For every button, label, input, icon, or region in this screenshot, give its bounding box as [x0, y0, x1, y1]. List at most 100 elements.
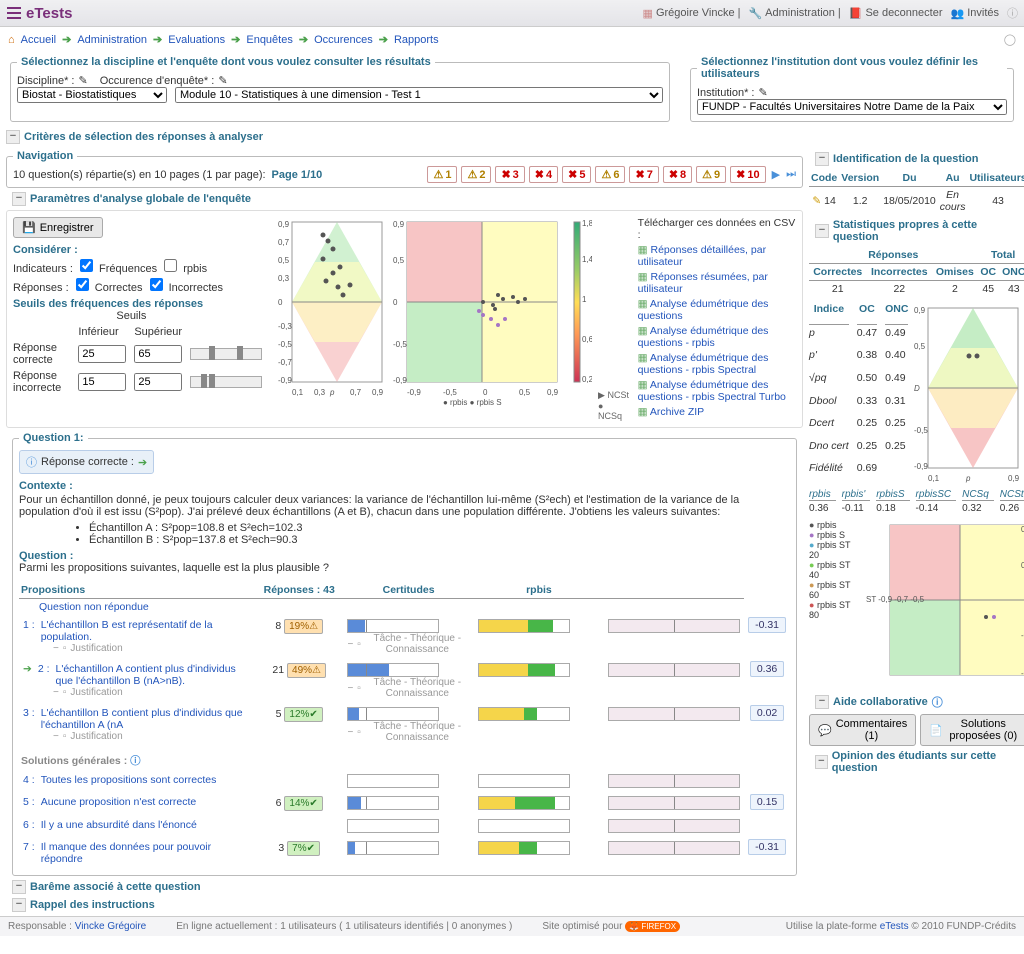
rc-hi-input[interactable] [134, 345, 182, 363]
svg-text:-0,3: -0,3 [278, 322, 292, 331]
chart-diamond: 0,90,70,50,30-0,3-0,5-0,7-0,9 0,10,3p0,7… [278, 217, 387, 397]
logout-link[interactable]: 📕 Se deconnecter [849, 7, 943, 20]
correct-checkbox[interactable] [76, 278, 89, 291]
question-legend: Question 1: [19, 432, 88, 444]
etests-link[interactable]: eTests [880, 921, 909, 932]
svg-text:0,2: 0,2 [582, 375, 592, 384]
prop-text[interactable]: Il y a une absurdité dans l'énoncé [41, 819, 251, 831]
cert-bar [478, 774, 570, 788]
nav-q-2[interactable]: ⚠ 2 [461, 166, 491, 183]
svg-text:0: 0 [393, 298, 398, 307]
dl-link-3[interactable]: Analyse édumétrique des questions - rpbi… [638, 325, 769, 349]
nav-q-10[interactable]: ✖ 10 [730, 166, 765, 183]
prop-text[interactable]: Toutes les propositions sont correctes [41, 774, 251, 786]
dl-link-2[interactable]: Analyse édumétrique des questions [638, 298, 769, 322]
svg-text:0: 0 [278, 298, 283, 307]
next-page-icon[interactable]: ▶ [772, 168, 780, 181]
csv-icon: ▦ [638, 406, 648, 418]
unanswered-row: Question non répondue [19, 599, 744, 616]
edit-icon[interactable]: ✎ [78, 74, 87, 87]
svg-text:0,3: 0,3 [314, 388, 326, 397]
prop-text[interactable]: L'échantillon B est représentatif de la … [41, 619, 251, 643]
freq-bar [347, 819, 439, 833]
svg-text:-0,9: -0,9 [407, 388, 421, 397]
occ-label: Occurence d'enquête* : [100, 75, 215, 87]
crumb-rap[interactable]: Rapports [394, 34, 439, 46]
help-icon[interactable]: ◯ [1004, 33, 1016, 46]
dl-link-0[interactable]: Réponses détaillées, par utilisateur [638, 244, 766, 268]
freq-bar [347, 619, 439, 633]
incorrect-checkbox[interactable] [150, 278, 163, 291]
rc-slider[interactable] [190, 348, 262, 360]
svg-text:0,7: 0,7 [350, 388, 362, 397]
stats-toggle[interactable]: − Statistiques propres à cette question [815, 219, 1023, 243]
nav-legend: Navigation [13, 150, 77, 162]
last-page-icon[interactable]: ⏭ [786, 168, 796, 181]
ri-slider[interactable] [190, 376, 262, 388]
prop-text[interactable]: L'échantillon B contient plus d'individu… [41, 707, 251, 731]
prop-text[interactable]: Aucune proposition n'est correcte [41, 796, 251, 808]
prop-text[interactable]: L'échantillon A contient plus d'individu… [56, 663, 251, 687]
rc-lo-input[interactable] [78, 345, 126, 363]
svg-text:-0,5: -0,5 [914, 426, 928, 435]
dl-link-4[interactable]: Analyse édumétrique des questions - rpbi… [638, 352, 769, 376]
bareme-toggle[interactable]: − Barême associé à cette question [12, 880, 797, 894]
cert-bar [478, 663, 570, 677]
nav-q-8[interactable]: ✖ 8 [663, 166, 692, 183]
edit-icon[interactable]: ✎ [758, 86, 767, 99]
nav-q-3[interactable]: ✖ 3 [495, 166, 524, 183]
opinion-toggle[interactable]: − Opinion des étudiants sur cette questi… [815, 750, 1023, 774]
rpbis-value: 0.36 [750, 661, 784, 677]
dl-link-1[interactable]: Réponses résumées, par utilisateur [638, 271, 768, 295]
st-legend: ● rpbis● rpbis S● rpbis ST 20● rpbis ST … [809, 520, 860, 690]
pct-badge: 19%⚠ [284, 619, 323, 634]
nav-q-1[interactable]: ⚠ 1 [427, 166, 457, 183]
ri-hi-input[interactable] [134, 373, 182, 391]
svg-text:0,9: 0,9 [278, 220, 290, 229]
rpbis-bar [608, 819, 740, 833]
crumb-admin[interactable]: Administration [77, 34, 147, 46]
rappel-toggle[interactable]: − Rappel des instructions [12, 898, 797, 912]
freq-bar [347, 796, 439, 810]
home-icon[interactable]: ⌂ [8, 34, 15, 46]
nav-q-6[interactable]: ⚠ 6 [595, 166, 625, 183]
nav-q-4[interactable]: ✖ 4 [529, 166, 558, 183]
freq-checkbox[interactable] [80, 259, 93, 272]
aide-toggle[interactable]: − Aide collaborative ⓘ [815, 694, 1023, 710]
svg-text:1: 1 [582, 295, 587, 304]
edit-icon[interactable]: ✎ [218, 74, 227, 87]
footer-online: En ligne actuellement : 1 utilisateurs (… [176, 921, 512, 932]
cor-label: Correctes [95, 282, 143, 294]
nav-q-5[interactable]: ✖ 5 [562, 166, 591, 183]
crumb-accueil[interactable]: Accueil [21, 34, 56, 46]
crumb-eval[interactable]: Evaluations [168, 34, 225, 46]
save-button[interactable]: 💾 Enregistrer [13, 217, 103, 238]
rpbis-checkbox[interactable] [164, 259, 177, 272]
ri-lo-input[interactable] [78, 373, 126, 391]
nav-q-9[interactable]: ⚠ 9 [696, 166, 726, 183]
criteria-toggle[interactable]: − Critères de sélection des réponses à a… [6, 130, 1018, 144]
inst-label: Institution* : [697, 87, 754, 99]
admin-link[interactable]: 🔧Administration | [748, 7, 840, 20]
resp-link[interactable]: Vincke Grégoire [75, 921, 147, 932]
occurence-select[interactable]: Module 10 - Statistiques à une dimension… [175, 87, 663, 103]
dl-link-5[interactable]: Analyse édumétrique des questions - rpbi… [638, 379, 786, 403]
info-icon[interactable]: ⓘ [1007, 5, 1018, 21]
nav-q-7[interactable]: ✖ 7 [629, 166, 658, 183]
institution-select[interactable]: FUNDP - Facultés Universitaires Notre Da… [697, 99, 1007, 115]
ident-toggle[interactable]: − Identification de la question [815, 152, 1023, 166]
bullet-a: Échantillon A : S²pop=108.8 et S²ech=102… [89, 522, 790, 534]
user-link[interactable]: ▦ Grégoire Vincke | [643, 7, 741, 20]
svg-text:-0,5: -0,5 [443, 388, 457, 397]
collapse-icon: − [6, 130, 20, 144]
svg-text:0,5: 0,5 [914, 342, 926, 351]
dl-link-6[interactable]: Archive ZIP [650, 406, 704, 418]
comments-button[interactable]: 💬 Commentaires (1) [809, 714, 916, 746]
crumb-occ[interactable]: Occurences [314, 34, 373, 46]
prop-text[interactable]: Il manque des données pour pouvoir répon… [41, 841, 251, 865]
csv-icon: ▦ [638, 379, 648, 391]
crumb-enq[interactable]: Enquêtes [246, 34, 292, 46]
solutions-button[interactable]: 📄 Solutions proposées (0) [920, 714, 1024, 746]
discipline-select[interactable]: Biostat - Biostatistiques [17, 87, 167, 103]
params-toggle[interactable]: − Paramètres d'analyse globale de l'enqu… [12, 192, 797, 206]
